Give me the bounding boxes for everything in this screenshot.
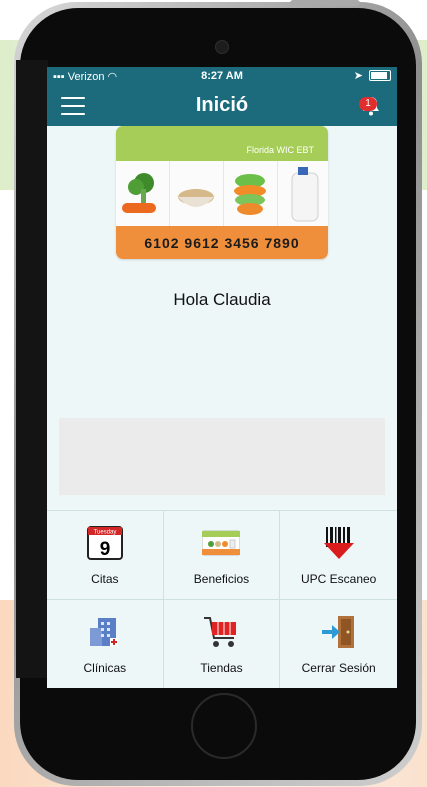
phone-side-button (290, 0, 360, 6)
page-title: Inició (195, 94, 249, 116)
front-camera (215, 40, 229, 54)
notifications-button[interactable]: 1 (359, 94, 383, 118)
tile-label: Clínicas (83, 661, 127, 675)
tile-citas[interactable]: Tuesday 9 Citas (47, 511, 164, 600)
card-number: 6102 9612 3456 7890 (144, 234, 300, 251)
location-icon: ➤ (353, 70, 363, 82)
calendar-day-name: Tuesday (93, 530, 116, 536)
card-food-images (116, 161, 328, 226)
tile-label: Citas (91, 572, 119, 586)
clinic-building-icon (89, 618, 118, 646)
calendar-day-number: 9 (100, 539, 111, 560)
barcode-scan-icon (323, 527, 354, 559)
tile-clinicas[interactable]: Clínicas (47, 600, 164, 688)
empty-content-area (59, 418, 385, 495)
card-header-band: Florida WIC EBT (116, 126, 328, 161)
home-button[interactable] (191, 693, 257, 759)
top-navbar: Inició 1 (47, 85, 397, 126)
logout-door-icon (321, 616, 354, 648)
menu-grid: Tuesday 9 Citas Beneficios UPC Escaneo C… (47, 510, 397, 688)
vegetables-image (116, 161, 170, 226)
grain-bowl-image (170, 161, 224, 226)
tile-label: Cerrar Sesión (301, 661, 376, 675)
wic-ebt-card[interactable]: Florida WIC EBT 6102 9612 3456 7890 (116, 126, 328, 259)
phone-side-shadow (16, 60, 48, 678)
tile-label: Tiendas (200, 661, 243, 675)
status-bar: ▪▪▪ Verizon ◠ 8:27 AM ➤ (47, 67, 397, 85)
battery-icon (369, 70, 391, 81)
benefits-card-icon (202, 530, 241, 556)
tile-label: Beneficios (193, 572, 250, 586)
tile-beneficios[interactable]: Beneficios (163, 511, 281, 600)
tile-tiendas[interactable]: Tiendas (164, 600, 281, 688)
status-right: ➤ (354, 69, 391, 82)
calendar-icon: Tuesday 9 (86, 526, 123, 560)
notification-badge: 1 (359, 97, 377, 111)
greeting-text: Hola Claudia (173, 290, 271, 309)
shopping-cart-icon (204, 617, 237, 647)
card-brand: Florida WIC EBT (246, 145, 314, 155)
fruit-image (224, 161, 278, 226)
tile-upc-escaneo[interactable]: UPC Escaneo (280, 511, 397, 600)
card-number-band: 6102 9612 3456 7890 (116, 226, 328, 259)
tile-label: UPC Escaneo (300, 572, 377, 586)
app-screen: ▪▪▪ Verizon ◠ 8:27 AM ➤ Inició 1 Florida… (47, 67, 397, 688)
status-time: 8:27 AM (201, 70, 243, 82)
milk-jug-image (278, 161, 328, 226)
tile-cerrar-sesion[interactable]: Cerrar Sesión (280, 600, 397, 688)
